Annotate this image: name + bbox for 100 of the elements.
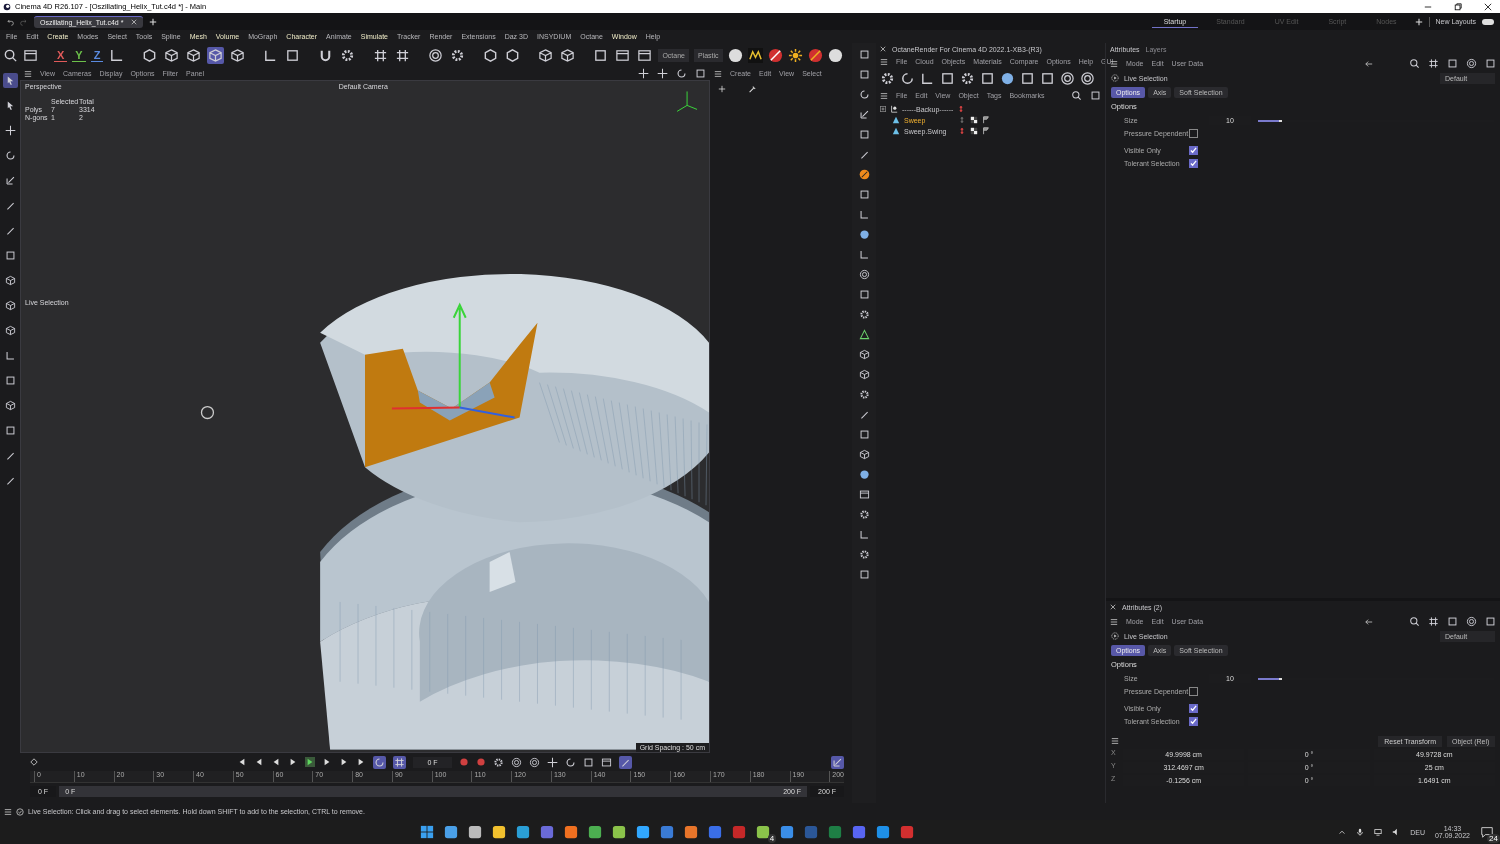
target-icon[interactable]: [1080, 71, 1095, 86]
menu-icon[interactable]: [880, 57, 888, 66]
scale-icon[interactable]: [858, 109, 870, 120]
cube-icon[interactable]: [560, 47, 576, 63]
target-icon[interactable]: [1466, 58, 1477, 69]
plus-icon[interactable]: [718, 85, 726, 93]
checkbox[interactable]: [1189, 687, 1198, 696]
scale-icon[interactable]: [4, 175, 16, 186]
square-icon[interactable]: [1447, 616, 1458, 627]
cube-icon[interactable]: [538, 47, 554, 63]
gear-icon[interactable]: [858, 389, 870, 400]
square-icon[interactable]: [1485, 58, 1496, 69]
monitor-icon[interactable]: [1374, 828, 1383, 836]
line-icon[interactable]: [858, 209, 870, 220]
app-icon[interactable]: [588, 825, 603, 839]
visibility-dots-icon[interactable]: [958, 116, 966, 124]
ban-icon[interactable]: [807, 47, 823, 63]
ban-icon[interactable]: [858, 169, 870, 180]
grid-icon[interactable]: [395, 47, 411, 63]
sun-icon[interactable]: [787, 47, 803, 63]
gear-icon[interactable]: [492, 756, 504, 768]
ban-icon[interactable]: [767, 47, 783, 63]
checker-tag-icon[interactable]: [970, 116, 978, 124]
flag-tag-icon[interactable]: [982, 116, 990, 124]
target-icon[interactable]: [428, 47, 444, 63]
move-icon[interactable]: [546, 756, 558, 768]
grid-icon[interactable]: [373, 47, 389, 63]
gear-icon[interactable]: [450, 47, 466, 63]
record-icon[interactable]: [458, 757, 469, 767]
square-icon[interactable]: [858, 49, 870, 60]
app-icon[interactable]: [492, 825, 507, 839]
app-icon[interactable]: [516, 825, 531, 839]
grid-icon[interactable]: [1428, 58, 1439, 69]
square-icon[interactable]: [285, 47, 301, 63]
search-icon[interactable]: [3, 47, 18, 63]
menu-icon[interactable]: [714, 69, 722, 78]
visibility-dots-icon[interactable]: [958, 127, 966, 135]
chevron-up-icon[interactable]: [1338, 828, 1347, 836]
gear-icon[interactable]: [858, 309, 870, 320]
windows-start-icon[interactable]: [420, 825, 435, 839]
line-icon[interactable]: [920, 71, 935, 86]
app-icon[interactable]: [564, 825, 579, 839]
play-forward-icon[interactable]: [305, 757, 316, 767]
square-icon[interactable]: [4, 250, 16, 261]
back-arrow-icon[interactable]: [1365, 617, 1373, 626]
close-icon[interactable]: [1484, 2, 1492, 11]
hex-icon[interactable]: [483, 47, 499, 63]
cube-icon[interactable]: [4, 275, 16, 286]
menu-icon[interactable]: [4, 807, 12, 816]
line-icon[interactable]: [858, 249, 870, 260]
hex-icon[interactable]: [505, 47, 521, 63]
checker-tag-icon[interactable]: [970, 127, 978, 135]
hex-icon[interactable]: [142, 47, 158, 63]
app-icon[interactable]: [444, 825, 459, 839]
square-icon[interactable]: [980, 71, 995, 86]
gear-icon[interactable]: [340, 47, 356, 63]
square-icon[interactable]: [4, 425, 16, 436]
app-icon[interactable]: [756, 825, 771, 839]
square-icon[interactable]: [695, 68, 706, 79]
cube-icon[interactable]: [858, 349, 870, 360]
material-sphere-icon[interactable]: [727, 47, 743, 63]
square-icon[interactable]: [1485, 616, 1496, 627]
microphone-icon[interactable]: [1356, 828, 1365, 836]
sphere-icon[interactable]: [858, 229, 870, 240]
app-icon[interactable]: [780, 825, 795, 839]
cube-icon[interactable]: [4, 300, 16, 311]
back-arrow-icon[interactable]: [1365, 59, 1373, 68]
square-icon[interactable]: [582, 756, 594, 768]
plus-icon[interactable]: [149, 17, 158, 26]
move-icon[interactable]: [638, 68, 649, 79]
cube-icon[interactable]: [858, 369, 870, 380]
cube-icon[interactable]: [4, 325, 16, 336]
menu-icon[interactable]: [1110, 617, 1118, 626]
checkbox[interactable]: [1189, 129, 1198, 138]
material-sphere-icon[interactable]: [827, 47, 843, 63]
toggle-switch[interactable]: [1482, 18, 1494, 25]
target-icon[interactable]: [1466, 616, 1477, 627]
square-icon[interactable]: [858, 569, 870, 580]
app-icon[interactable]: [684, 825, 699, 839]
square-icon[interactable]: [1020, 71, 1035, 86]
sphere-icon[interactable]: [1000, 71, 1015, 86]
rotate-icon[interactable]: [900, 71, 915, 86]
grid-icon[interactable]: [394, 756, 406, 768]
flag-tag-icon[interactable]: [982, 127, 990, 135]
line-icon[interactable]: [858, 529, 870, 540]
rotate-icon[interactable]: [4, 150, 16, 161]
grid-icon[interactable]: [1428, 616, 1439, 627]
restore-icon[interactable]: [1454, 2, 1462, 11]
rotate-icon[interactable]: [564, 756, 576, 768]
plugin-logo-icon[interactable]: [747, 47, 763, 63]
undo-icon[interactable]: [6, 17, 14, 26]
cube-icon[interactable]: [4, 400, 16, 411]
rotate-icon[interactable]: [858, 89, 870, 100]
app-icon[interactable]: [612, 825, 627, 839]
autokey-icon[interactable]: [475, 757, 486, 767]
square-icon[interactable]: [1447, 58, 1458, 69]
square-icon[interactable]: [1040, 71, 1055, 86]
gear-icon[interactable]: [858, 549, 870, 560]
plus-icon[interactable]: [1414, 17, 1423, 26]
triangle-icon[interactable]: [858, 329, 870, 340]
